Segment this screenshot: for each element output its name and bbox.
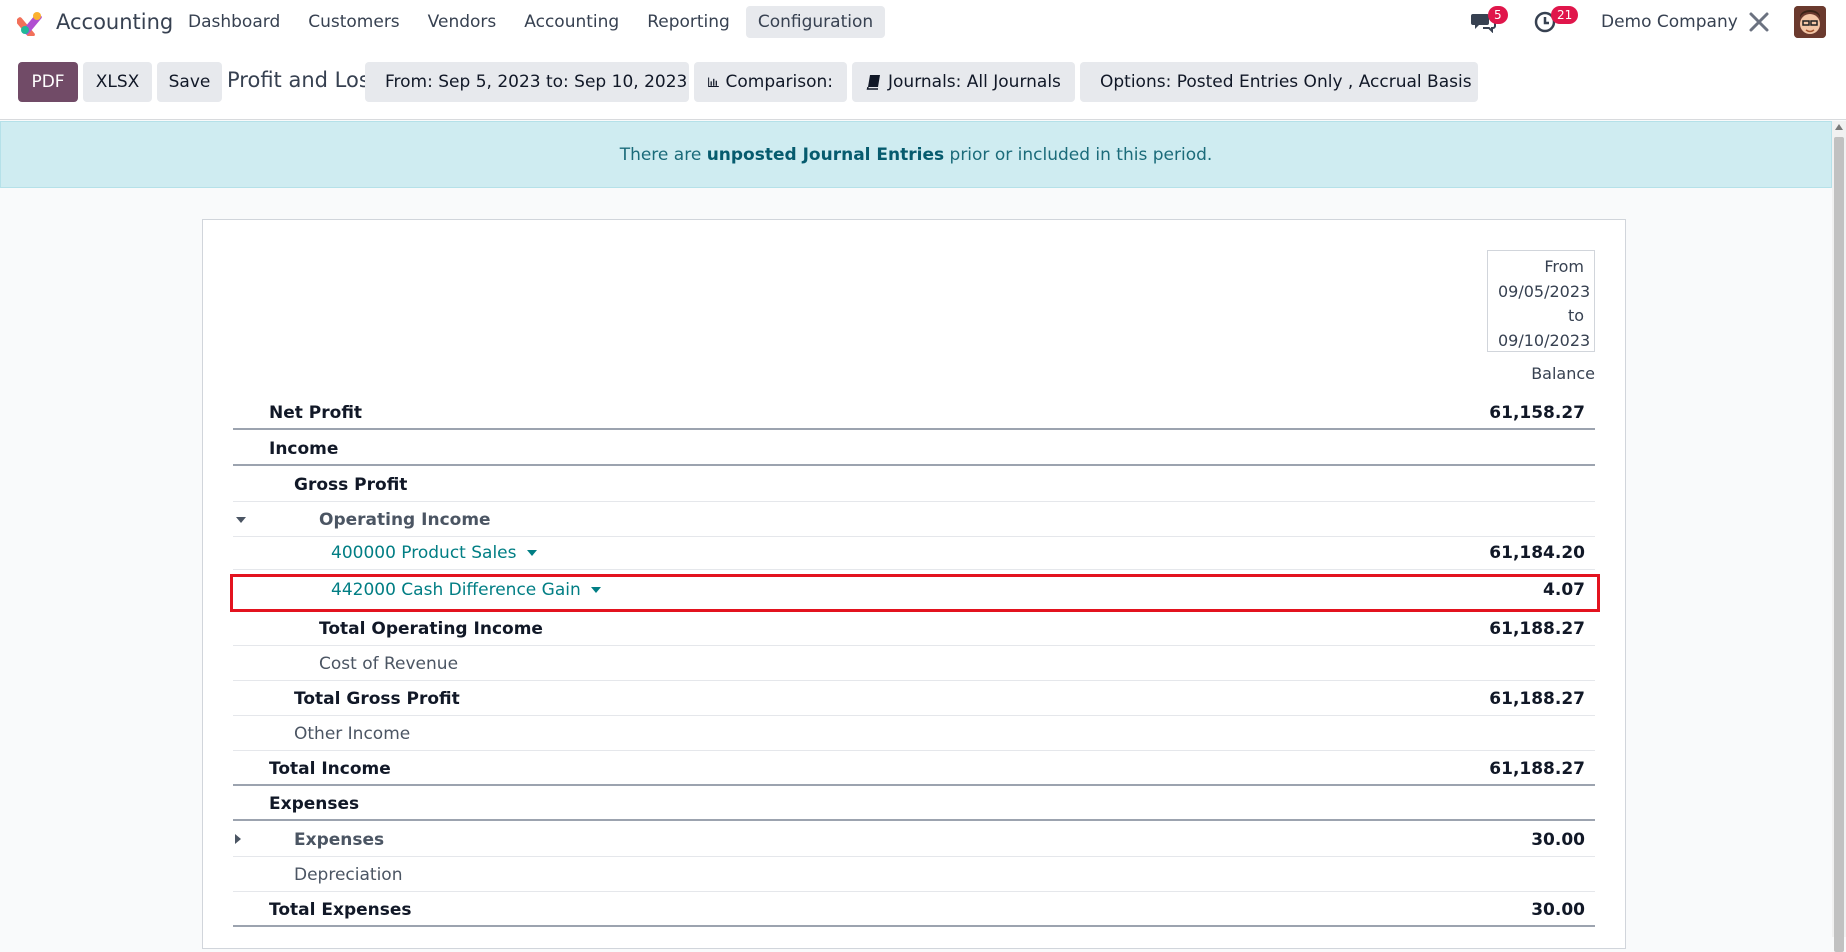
report-sheet: From 09/05/2023 to 09/10/2023 Balance Ne… <box>202 219 1626 949</box>
debug-tools-button[interactable] <box>1748 0 1770 44</box>
journals-filter-label: Journals: All Journals <box>888 72 1061 92</box>
unposted-entries-alert: There are unposted Journal Entries prior… <box>0 121 1832 188</box>
row-cost-of-revenue[interactable]: Cost of Revenue <box>233 647 1595 681</box>
scroll-thumb[interactable] <box>1834 137 1844 952</box>
row-label: Expenses <box>269 794 360 814</box>
period-end-date: 09/10/2023 <box>1498 330 1591 350</box>
page-scrollbar[interactable] <box>1832 121 1846 952</box>
row-other-income[interactable]: Other Income <box>233 717 1595 751</box>
row-value: 30.00 <box>1531 830 1585 850</box>
report-title: Profit and Loss <box>227 68 367 92</box>
avatar[interactable] <box>1794 6 1826 38</box>
row-label: Income <box>269 439 339 459</box>
row-expenses-heading[interactable]: Expenses <box>233 787 1595 821</box>
account-link[interactable]: 442000 Cash Difference Gain <box>331 580 601 600</box>
top-navbar: Accounting Dashboard Customers Vendors A… <box>0 0 1846 44</box>
date-filter-button[interactable]: From: Sep 5, 2023 to: Sep 10, 2023 <box>365 62 689 102</box>
row-operating-income[interactable]: Operating Income <box>233 503 1595 537</box>
collapse-caret-icon[interactable] <box>236 517 246 523</box>
activities-button[interactable]: 21 <box>1533 0 1579 44</box>
control-panel: PDF XLSX Save Profit and Loss From: Sep … <box>0 44 1846 120</box>
row-label: Depreciation <box>294 865 403 885</box>
caret-down-icon[interactable] <box>590 587 601 593</box>
row-total-gross-profit[interactable]: Total Gross Profit 61,188.27 <box>233 682 1595 716</box>
period-to-label: to <box>1567 306 1584 325</box>
row-total-expenses[interactable]: Total Expenses 30.00 <box>233 893 1595 927</box>
period-header: From 09/05/2023 to 09/10/2023 <box>1487 250 1595 352</box>
unposted-entries-link[interactable]: unposted Journal Entries <box>707 145 944 165</box>
book-icon <box>866 75 880 90</box>
row-label: 400000 Product Sales <box>331 543 517 563</box>
row-label: 442000 Cash Difference Gain <box>331 580 581 600</box>
messages-button[interactable]: 5 <box>1470 0 1508 44</box>
expand-caret-icon[interactable] <box>235 834 241 844</box>
menu-configuration[interactable]: Configuration <box>745 6 886 38</box>
row-income[interactable]: Income <box>233 432 1595 466</box>
row-value: 61,158.27 <box>1489 403 1585 423</box>
row-value: 4.07 <box>1543 580 1585 600</box>
row-label: Other Income <box>294 724 411 744</box>
row-net-profit[interactable]: Net Profit 61,158.27 <box>233 396 1595 430</box>
pdf-button[interactable]: PDF <box>18 62 78 102</box>
row-account-400000[interactable]: 400000 Product Sales 61,184.20 <box>233 536 1595 570</box>
main-menu: Dashboard Customers Vendors Accounting R… <box>176 6 886 38</box>
period-from-label: From <box>1544 257 1584 276</box>
options-filter-button[interactable]: Options: Posted Entries Only , Accrual B… <box>1080 62 1478 102</box>
app-logo-icon[interactable] <box>17 10 45 36</box>
row-label: Expenses <box>294 830 385 850</box>
row-total-operating-income[interactable]: Total Operating Income 61,188.27 <box>233 612 1595 646</box>
activities-badge: 21 <box>1551 6 1579 24</box>
journals-filter-button[interactable]: Journals: All Journals <box>852 62 1075 102</box>
tools-icon <box>1749 12 1769 32</box>
caret-down-icon[interactable] <box>526 550 537 556</box>
row-label: Operating Income <box>319 510 491 530</box>
row-label: Cost of Revenue <box>319 654 459 674</box>
row-account-442000[interactable]: 442000 Cash Difference Gain 4.07 <box>233 573 1595 607</box>
balance-column-header: Balance <box>1531 364 1595 383</box>
comparison-filter-button[interactable]: Comparison: <box>694 62 847 102</box>
account-link[interactable]: 400000 Product Sales <box>331 543 537 563</box>
menu-vendors[interactable]: Vendors <box>416 6 509 38</box>
app-name[interactable]: Accounting <box>56 10 173 34</box>
alert-suffix: prior or included in this period. <box>944 144 1213 165</box>
scroll-up-arrow-icon[interactable] <box>1835 124 1843 130</box>
company-switcher[interactable]: Demo Company <box>1601 0 1738 44</box>
comparison-filter-label: Comparison: <box>725 72 833 92</box>
row-value: 61,188.27 <box>1489 619 1585 639</box>
bar-chart-icon <box>708 77 719 87</box>
row-label: Gross Profit <box>294 475 408 495</box>
save-button[interactable]: Save <box>157 62 222 102</box>
date-filter-label: From: Sep 5, 2023 to: Sep 10, 2023 <box>385 72 688 92</box>
alert-prefix: There are <box>619 144 707 165</box>
company-name: Demo Company <box>1601 12 1738 32</box>
row-gross-profit[interactable]: Gross Profit <box>233 468 1595 502</box>
menu-accounting[interactable]: Accounting <box>512 6 631 38</box>
menu-dashboard[interactable]: Dashboard <box>176 6 292 38</box>
row-value: 61,188.27 <box>1489 759 1585 779</box>
period-start-date: 09/05/2023 <box>1498 281 1591 301</box>
options-filter-label: Options: Posted Entries Only , Accrual B… <box>1100 72 1472 92</box>
menu-reporting[interactable]: Reporting <box>635 6 742 38</box>
row-depreciation[interactable]: Depreciation <box>233 858 1595 892</box>
menu-customers[interactable]: Customers <box>296 6 411 38</box>
avatar-image <box>1794 6 1826 38</box>
row-value: 61,188.27 <box>1489 689 1585 709</box>
row-label: Total Gross Profit <box>294 689 460 709</box>
row-value: 61,184.20 <box>1489 543 1585 563</box>
row-label: Total Expenses <box>269 900 412 920</box>
row-label: Net Profit <box>269 403 363 423</box>
messages-badge: 5 <box>1488 6 1508 24</box>
row-label: Total Operating Income <box>319 619 543 639</box>
xlsx-button[interactable]: XLSX <box>83 62 152 102</box>
row-total-income[interactable]: Total Income 61,188.27 <box>233 752 1595 786</box>
row-expenses[interactable]: Expenses 30.00 <box>233 823 1595 857</box>
row-value: 30.00 <box>1531 900 1585 920</box>
row-label: Total Income <box>269 759 391 779</box>
